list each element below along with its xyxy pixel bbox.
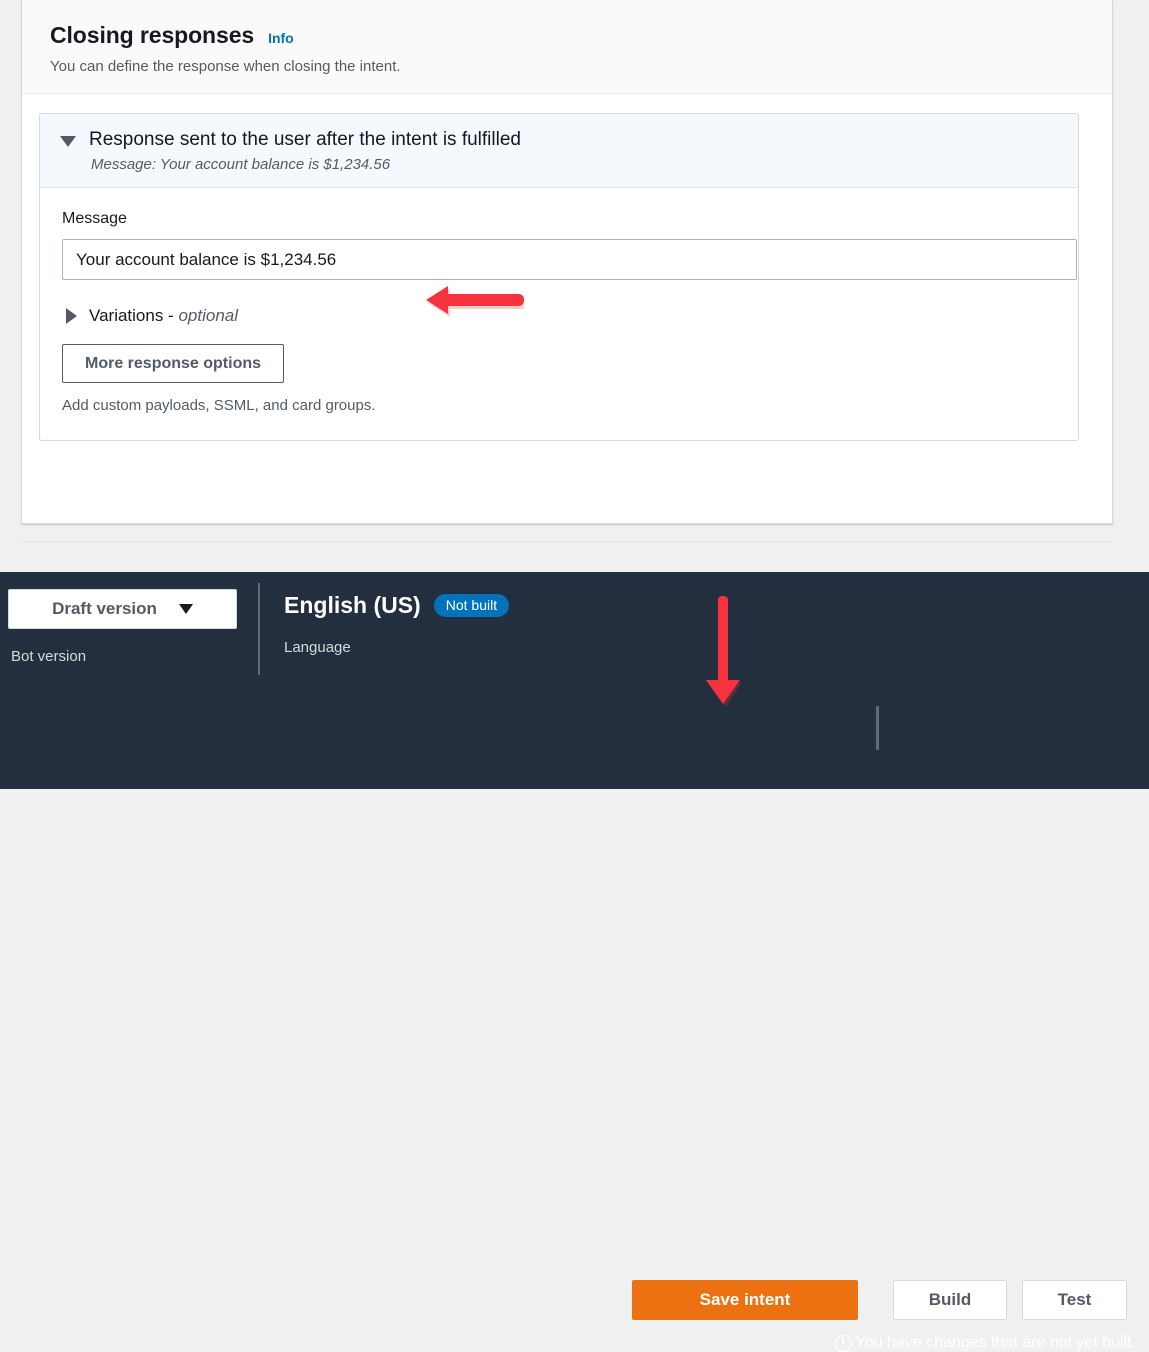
card-header: Closing responses Info You can define th… bbox=[22, 0, 1112, 94]
response-section-header[interactable]: Response sent to the user after the inte… bbox=[40, 114, 1078, 188]
closing-responses-card: Closing responses Info You can define th… bbox=[21, 0, 1113, 524]
page-title: Closing responses bbox=[50, 22, 254, 49]
info-circle-icon bbox=[835, 1335, 852, 1352]
footer-divider-left bbox=[258, 583, 260, 675]
more-response-options-button[interactable]: More response options bbox=[62, 344, 284, 383]
caret-down-icon[interactable] bbox=[60, 136, 76, 147]
footer-divider-actions bbox=[876, 706, 879, 750]
variations-toggle[interactable]: Variations - optional bbox=[66, 306, 1056, 326]
card-description: You can define the response when closing… bbox=[50, 58, 1084, 75]
response-section-header-row: Response sent to the user after the inte… bbox=[60, 129, 1060, 151]
card-header-title-row: Closing responses Info bbox=[50, 22, 1084, 49]
build-button[interactable]: Build bbox=[893, 1280, 1007, 1320]
message-input[interactable] bbox=[62, 239, 1077, 280]
variations-label: Variations - optional bbox=[89, 306, 238, 326]
content-divider bbox=[21, 541, 1113, 542]
language-block: English (US) Not built Language bbox=[284, 592, 509, 656]
message-label: Message bbox=[62, 210, 1056, 228]
variations-optional-text: optional bbox=[178, 306, 238, 325]
info-link[interactable]: Info bbox=[268, 30, 294, 46]
variations-label-text: Variations - bbox=[89, 306, 178, 325]
test-button[interactable]: Test bbox=[1022, 1280, 1127, 1320]
not-built-status-note: You have changes that are not yet built. bbox=[835, 1334, 1137, 1352]
content-area: Closing responses Info You can define th… bbox=[0, 0, 1149, 572]
status-badge: Not built bbox=[434, 594, 509, 617]
language-name: English (US) bbox=[284, 592, 421, 619]
language-row: English (US) Not built bbox=[284, 592, 509, 619]
bot-version-caption: Bot version bbox=[11, 648, 86, 665]
chevron-down-icon[interactable] bbox=[179, 604, 193, 614]
response-section-summary: Message: Your account balance is $1,234.… bbox=[91, 156, 1060, 173]
card-body: Response sent to the user after the inte… bbox=[22, 94, 1112, 441]
bot-version-selected-label: Draft version bbox=[52, 599, 157, 619]
not-built-status-text: You have changes that are not yet built. bbox=[856, 1334, 1137, 1352]
response-section-content: Message Variations - optional More respo… bbox=[40, 188, 1078, 440]
language-caption: Language bbox=[284, 639, 509, 656]
response-section-title: Response sent to the user after the inte… bbox=[89, 129, 521, 151]
footer-bar: Draft version Bot version English (US) N… bbox=[0, 572, 1149, 789]
caret-right-icon[interactable] bbox=[66, 308, 77, 324]
response-options-helper-text: Add custom payloads, SSML, and card grou… bbox=[62, 397, 1056, 414]
save-intent-button[interactable]: Save intent bbox=[632, 1280, 858, 1320]
bot-version-select[interactable]: Draft version bbox=[8, 589, 237, 629]
response-expandable-section: Response sent to the user after the inte… bbox=[39, 113, 1079, 441]
